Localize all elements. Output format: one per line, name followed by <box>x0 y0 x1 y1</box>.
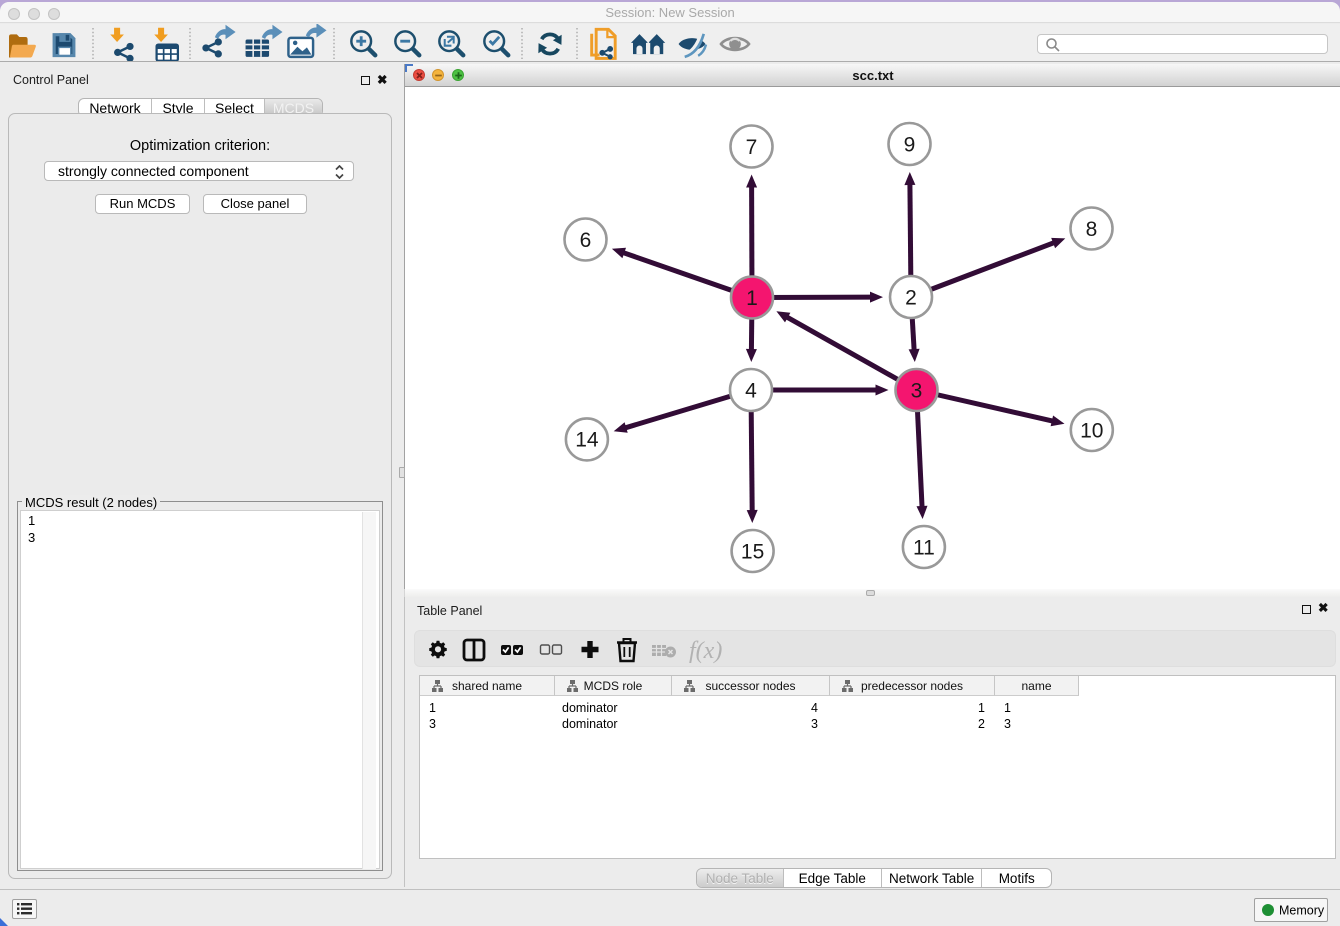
svg-text:8: 8 <box>1086 218 1098 241</box>
svg-text:2: 2 <box>905 286 917 309</box>
svg-text:15: 15 <box>741 540 764 563</box>
svg-text:14: 14 <box>575 429 599 452</box>
svg-text:6: 6 <box>580 229 592 252</box>
svg-text:7: 7 <box>746 136 758 159</box>
svg-text:4: 4 <box>745 379 757 402</box>
svg-text:1: 1 <box>746 287 758 310</box>
svg-text:9: 9 <box>904 133 916 156</box>
svg-text:f(x): f(x) <box>689 638 722 664</box>
svg-text:Memory: Memory <box>1279 904 1325 918</box>
svg-text:11: 11 <box>913 536 935 559</box>
svg-text:3: 3 <box>911 379 923 402</box>
svg-text:10: 10 <box>1080 419 1103 442</box>
